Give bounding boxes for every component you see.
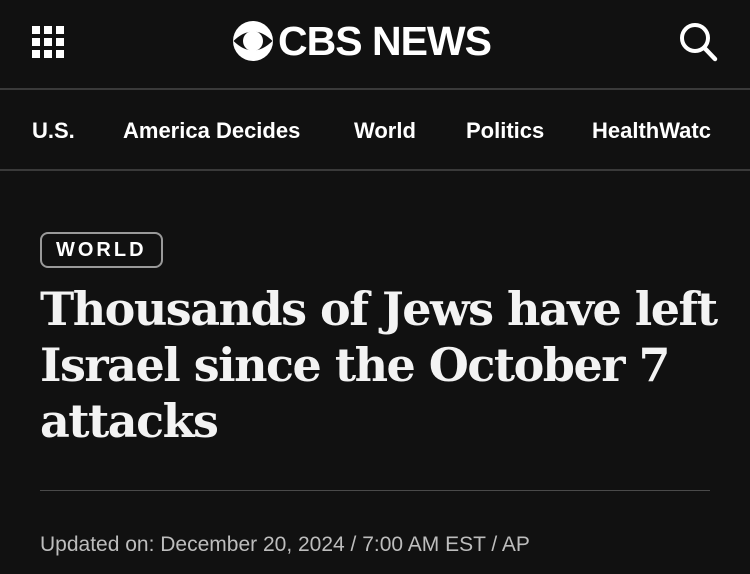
search-icon [680,23,718,62]
article-headline: Thousands of Jews have left Israel since… [40,282,718,448]
menu-button[interactable] [30,24,66,60]
nav-item-us[interactable]: U.S. [32,90,75,169]
top-header: CBS NEWS [0,0,750,88]
category-tag[interactable]: WORLD [40,232,163,268]
cbs-news-logo[interactable]: CBS NEWS [232,18,492,64]
headline-divider [40,490,710,491]
article-byline: Updated on: December 20, 2024 / 7:00 AM … [40,533,530,556]
nav-item-healthwatch[interactable]: HealthWatc [592,90,711,169]
nav-divider [0,169,750,171]
logo-text: CBS NEWS [278,18,492,64]
nav-item-politics[interactable]: Politics [466,90,544,169]
search-button[interactable] [678,21,718,63]
grid-menu-icon [32,26,64,58]
nav-item-america-decides[interactable]: America Decides [123,90,300,169]
cbs-eye-icon [233,21,273,61]
section-nav: U.S. America Decides World Politics Heal… [0,90,750,169]
nav-item-world[interactable]: World [354,90,416,169]
